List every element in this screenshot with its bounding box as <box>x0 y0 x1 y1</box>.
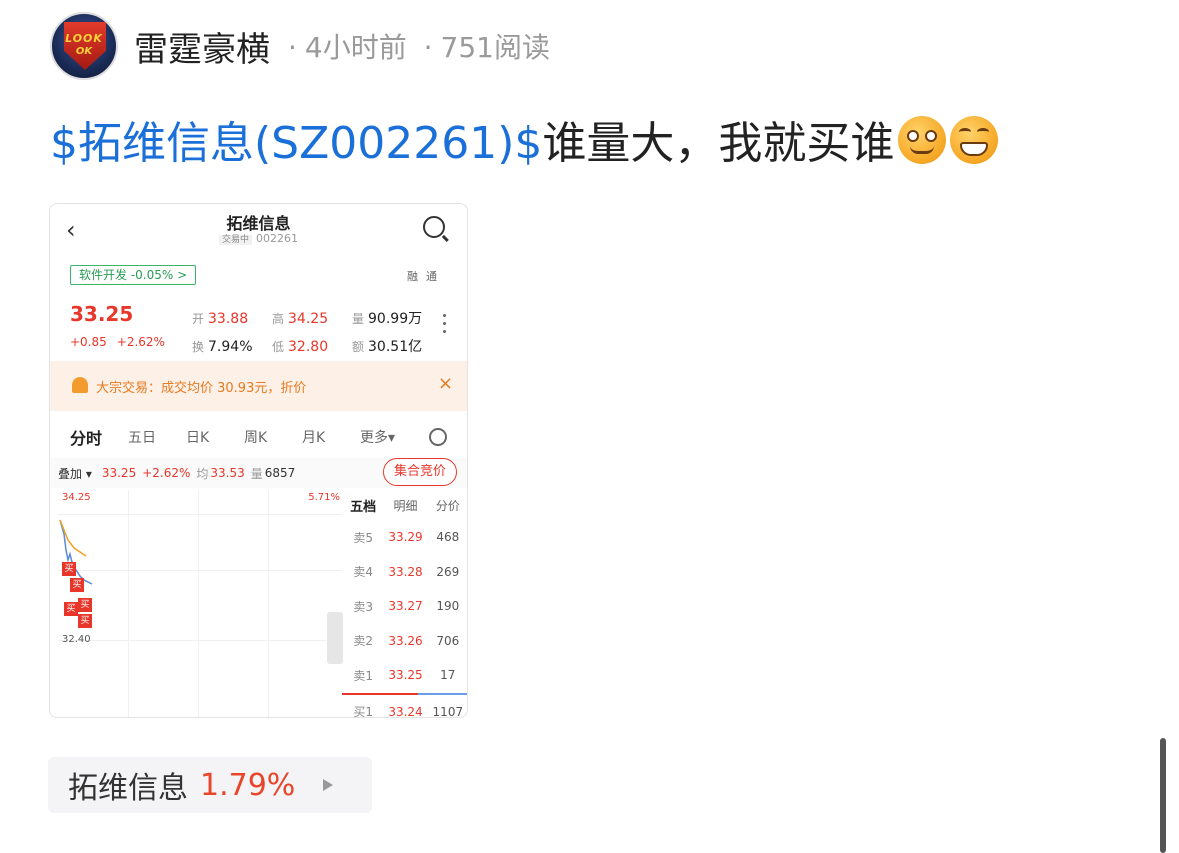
ask-row: 卖1 33.25 17 <box>353 668 456 683</box>
grinning-squint-emoji-icon <box>898 116 947 164</box>
tab-price-dist: 分价 <box>435 498 460 513</box>
buy-marker: 买 <box>78 614 92 628</box>
ask-row: 卖2 33.26 706 <box>353 633 460 649</box>
price-change: +0.85 +2.62% <box>70 335 175 349</box>
stat-open: 开 33.88 <box>192 310 249 327</box>
tab-more: 更多▾ <box>360 430 396 446</box>
settings-icon <box>429 428 447 446</box>
tab-intraday: 分时 <box>70 429 103 448</box>
chip-stock-name: 拓维信息 <box>68 771 188 806</box>
overlay-vol-label: 量 <box>250 466 263 481</box>
scrollbar[interactable] <box>1160 738 1166 853</box>
meta-separator: · <box>423 31 433 64</box>
buy-marker: 买 <box>64 602 78 616</box>
intraday-chart: 34.25 5.71% 32.40 买 买 买 买 买 <box>58 490 342 717</box>
stock-link[interactable]: $拓维信息(SZ002261)$ <box>50 118 542 169</box>
overlay-price: 33.25 <box>101 466 137 480</box>
tab-weekly-k: 周K <box>244 430 268 446</box>
order-book: 五档 明细 分价 卖5 33.29 468 卖4 33.28 269 卖3 33.27 19… <box>342 490 467 718</box>
stat-turnover: 换 7.94% <box>192 338 253 355</box>
current-price: 33.25 <box>70 302 134 326</box>
meta-separator: · <box>288 31 297 64</box>
stats-row: 换 7.94% 低 32.80 额 30.51亿 <box>192 332 432 360</box>
overlay-vol: 6857 <box>264 466 296 480</box>
play-arrow-icon <box>323 779 334 791</box>
post-time: 4小时前 <box>304 31 407 64</box>
order-book-tabs: 五档 明细 分价 <box>342 490 467 520</box>
big-grin-emoji-icon <box>950 116 999 164</box>
ask-row: 卖5 33.29 468 <box>353 530 460 545</box>
stock-title: 拓维信息 <box>226 214 291 233</box>
close-icon: × <box>437 373 453 394</box>
stat-amount: 额 30.51亿 <box>352 339 423 355</box>
overlay-dropdown: 叠加 ▾ <box>58 466 92 481</box>
overlay-avg-label: 均 <box>196 466 209 481</box>
search-icon <box>423 216 445 238</box>
chart-tabs: 分时 五日 日K 周K 月K 更多▾ <box>50 418 467 456</box>
alarm-icon <box>72 377 88 393</box>
trading-status: 交易中 <box>218 235 252 245</box>
tab-daily-k: 日K <box>186 430 210 446</box>
banner-text: 大宗交易：成交均价 30.93元，折价 <box>96 381 307 396</box>
tab-monthly-k: 月K <box>302 430 326 446</box>
tab-five-day: 五日 <box>128 430 156 446</box>
stats-row: 开 33.88 高 34.25 量 90.99万 <box>192 304 432 332</box>
stat-high: 高 34.25 <box>272 310 329 327</box>
buy-marker: 买 <box>70 578 84 592</box>
avatar-logo-top: LOOK <box>65 32 103 45</box>
ask-row: 卖4 33.28 269 <box>353 564 460 580</box>
bid-row: 买1 33.24 1107 <box>353 704 464 718</box>
sector-badge: 软件开发 -0.05% > <box>70 265 197 285</box>
change-percent: +2.62% <box>116 335 165 349</box>
author-name[interactable]: 雷霆豪横 <box>134 22 270 71</box>
overlay-pct: +2.62% <box>142 466 191 480</box>
post-meta: · 4小时前 · 751阅读 <box>280 26 550 66</box>
block-trade-banner: 大宗交易：成交均价 30.93元，折价 × <box>50 361 467 411</box>
post-image[interactable]: ‹ 拓维信息 交易中 002261 软件开发 -0.05% > 融通 33.25 … <box>49 203 468 718</box>
avatar[interactable]: LOOK OK <box>50 12 118 80</box>
margin-tag: 融通 <box>407 270 445 283</box>
chip-stock-pct: 1.79% <box>200 767 296 803</box>
read-count: 751阅读 <box>440 31 550 64</box>
overlay-avg: 33.53 <box>210 466 245 480</box>
change-value: +0.85 <box>70 335 107 349</box>
more-vertical-icon <box>443 314 447 338</box>
buy-marker: 买 <box>62 562 76 576</box>
stock-tag-chip[interactable]: 拓维信息 1.79% <box>48 757 372 813</box>
ask-row: 卖3 33.27 190 <box>353 599 460 614</box>
auction-button: 集合竞价 <box>382 458 457 486</box>
tab-detail: 明细 <box>393 498 418 513</box>
buy-marker: 买 <box>78 598 92 612</box>
drawer-handle <box>327 612 343 664</box>
stat-volume: 量 90.99万 <box>352 311 423 327</box>
post-header: LOOK OK 雷霆豪横 · 4小时前 · 751阅读 <box>50 12 550 80</box>
avatar-logo-bottom: OK <box>75 46 93 57</box>
stat-low: 低 32.80 <box>272 338 329 355</box>
post-text: $拓维信息(SZ002261)$谁量大，我就买谁 <box>50 112 999 176</box>
stock-code: 002261 <box>256 232 298 245</box>
post-body: 谁量大，我就买谁 <box>542 118 895 169</box>
quote-stats: 开 33.88 高 34.25 量 90.99万 换 7.94% 低 32.80 额 30.… <box>192 304 432 360</box>
app-topbar: ‹ 拓维信息 交易中 002261 <box>50 204 467 256</box>
stock-subtitle: 交易中 002261 <box>50 232 467 245</box>
chart-pct-label: 5.71% <box>308 492 340 503</box>
tab-five-level: 五档 <box>350 499 377 515</box>
